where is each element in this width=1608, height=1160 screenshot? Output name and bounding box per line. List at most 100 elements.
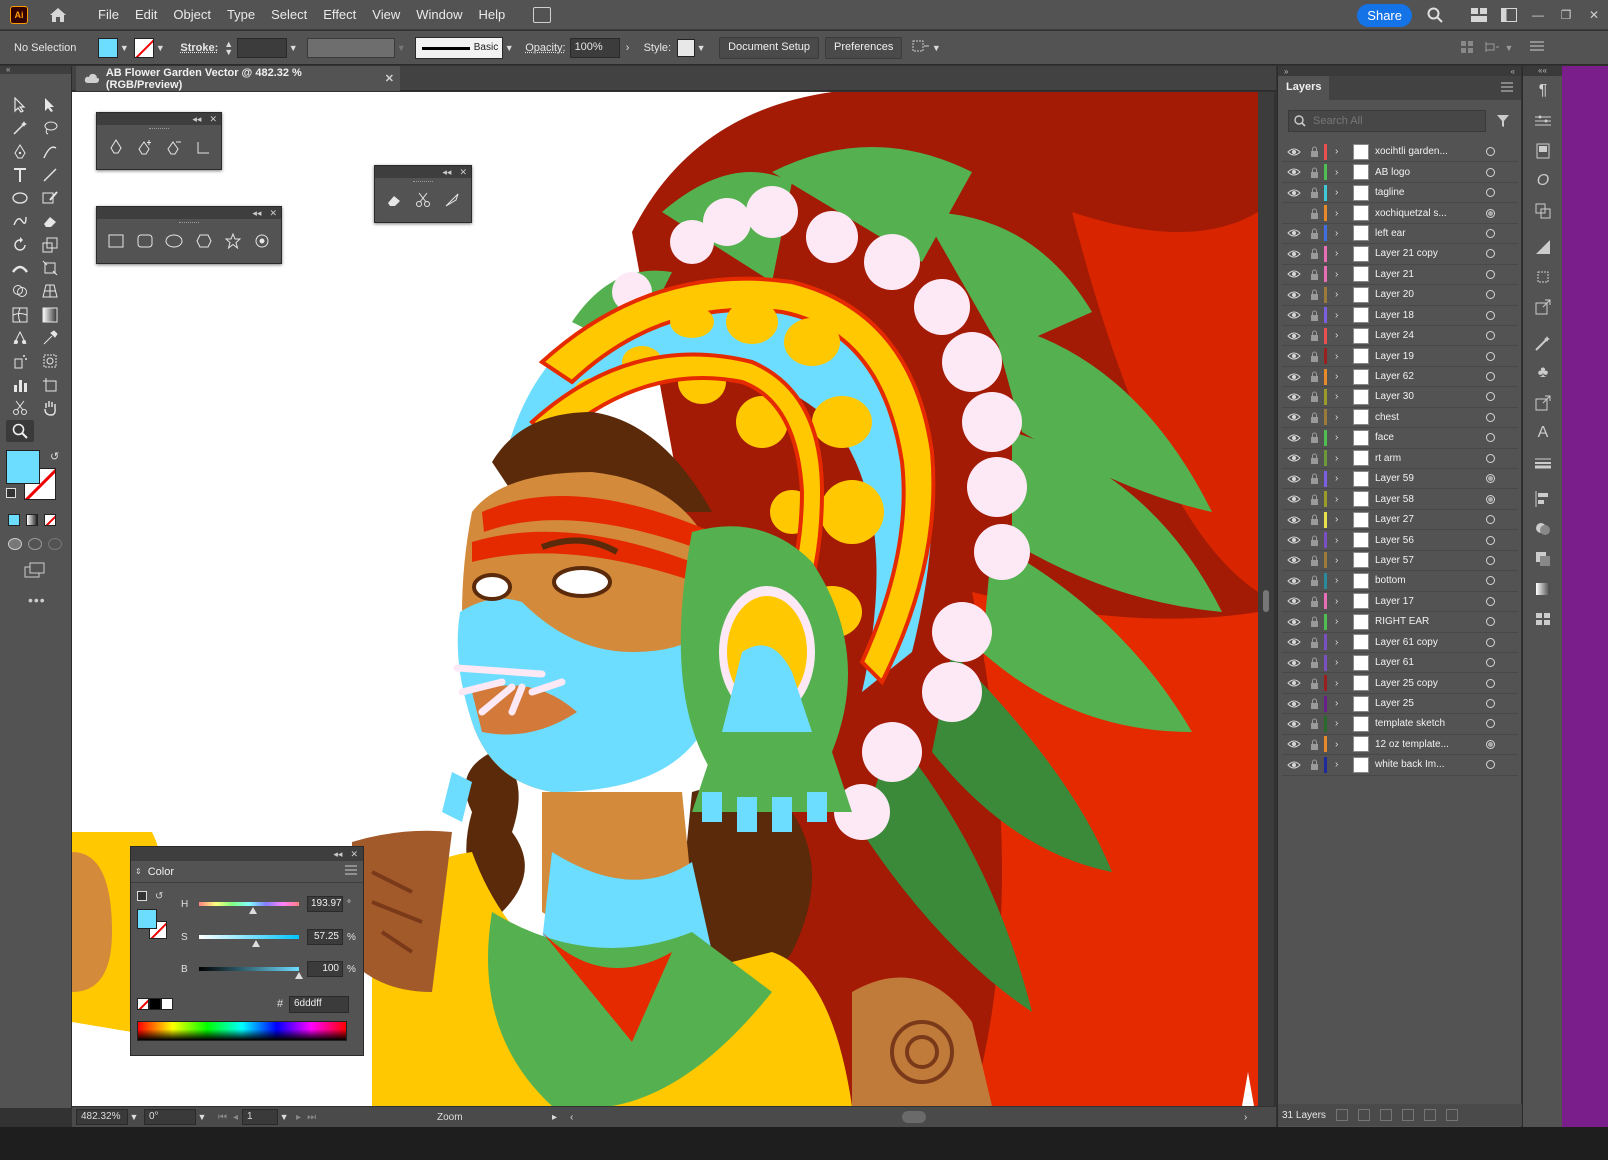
visibility-eye-icon[interactable] — [1286, 594, 1302, 608]
layer-row[interactable]: › RIGHT EAR — [1282, 612, 1518, 633]
menu-edit[interactable]: Edit — [127, 0, 165, 30]
layer-row[interactable]: › Layer 56 — [1282, 530, 1518, 551]
layer-name[interactable]: bottom — [1375, 575, 1475, 586]
layer-name[interactable]: white back Im... — [1375, 759, 1475, 770]
knife-tool-icon[interactable] — [440, 188, 465, 212]
layer-row[interactable]: › Layer 20 — [1282, 285, 1518, 306]
layer-name[interactable]: Layer 18 — [1375, 310, 1475, 321]
draw-normal-icon[interactable] — [8, 538, 22, 550]
saturation-slider-knob[interactable] — [252, 940, 260, 947]
default-colors-icon[interactable] — [137, 891, 147, 901]
menu-window[interactable]: Window — [408, 0, 470, 30]
curvature-tool-icon[interactable] — [36, 141, 64, 163]
layer-name[interactable]: left ear — [1375, 228, 1475, 239]
layer-row[interactable]: › Layer 24 — [1282, 326, 1518, 347]
layer-row[interactable]: › Layer 21 — [1282, 265, 1518, 286]
layer-name[interactable]: AB logo — [1375, 167, 1475, 178]
arrange-documents-icon[interactable] — [533, 6, 552, 23]
artboard-tool-icon[interactable] — [36, 374, 64, 396]
close-icon[interactable]: ✕ — [459, 167, 467, 178]
layer-row[interactable]: › bottom — [1282, 571, 1518, 592]
lock-icon[interactable] — [1308, 288, 1320, 302]
chevron-down-icon[interactable]: ▼ — [287, 43, 299, 53]
layer-name[interactable]: Layer 17 — [1375, 596, 1475, 607]
layer-target-icon[interactable] — [1486, 637, 1495, 647]
layer-name[interactable]: xocihtli garden... — [1375, 146, 1475, 157]
slice-tool-icon[interactable] — [36, 350, 64, 372]
chevron-down-icon[interactable]: ▼ — [128, 1112, 140, 1122]
brushes-icon[interactable] — [1523, 328, 1563, 358]
lock-icon[interactable] — [1308, 370, 1320, 384]
search-icon[interactable] — [1420, 0, 1450, 30]
layer-name[interactable]: Layer 24 — [1375, 330, 1475, 341]
layer-name[interactable]: Layer 20 — [1375, 289, 1475, 300]
symbol-sprayer-tool-icon[interactable] — [6, 350, 34, 372]
opacity-label[interactable]: Opacity: — [525, 42, 565, 54]
export-icon[interactable] — [1523, 292, 1563, 322]
layer-target-icon[interactable] — [1486, 372, 1495, 382]
layer-row[interactable]: › xochiquetzal s... — [1282, 203, 1518, 224]
rotate-tool-icon[interactable] — [6, 234, 34, 256]
ellipse-tool-icon[interactable] — [6, 187, 34, 209]
close-icon[interactable]: ✕ — [209, 114, 217, 125]
scroll-right-icon[interactable]: › — [1244, 1112, 1247, 1123]
color-panel-title[interactable]: Color — [141, 865, 174, 878]
visibility-eye-icon[interactable] — [1286, 676, 1302, 690]
layer-target-icon[interactable] — [1486, 167, 1495, 177]
layer-name[interactable]: Layer 27 — [1375, 514, 1475, 525]
visibility-eye-icon[interactable] — [1286, 288, 1302, 302]
layer-row[interactable]: › face — [1282, 428, 1518, 449]
layer-name[interactable]: Layer 58 — [1375, 494, 1475, 505]
layer-name[interactable]: RIGHT EAR — [1375, 616, 1475, 627]
layer-row[interactable]: › Layer 58 — [1282, 489, 1518, 510]
chevron-right-icon[interactable]: › — [1335, 269, 1338, 280]
layer-name[interactable]: 12 oz template... — [1375, 739, 1475, 750]
visibility-eye-icon[interactable] — [1286, 226, 1302, 240]
chevron-right-icon[interactable]: › — [1335, 678, 1338, 689]
lock-icon[interactable] — [1308, 267, 1320, 281]
layer-row[interactable]: › Layer 18 — [1282, 306, 1518, 326]
flare-tool-icon[interactable] — [250, 229, 275, 253]
chevron-right-icon[interactable]: › — [1335, 535, 1338, 546]
visibility-eye-icon[interactable] — [1286, 635, 1302, 649]
eraser-tool-icon[interactable] — [381, 188, 406, 212]
layer-target-icon[interactable] — [1486, 555, 1495, 565]
draw-inside-icon[interactable] — [48, 538, 62, 550]
stroke-label[interactable]: Stroke: — [180, 42, 218, 54]
layer-name[interactable]: Layer 56 — [1375, 535, 1475, 546]
layer-row[interactable]: › AB logo — [1282, 162, 1518, 183]
collapse-icon[interactable]: ◂◂ — [192, 114, 201, 125]
home-icon[interactable] — [48, 6, 68, 24]
mesh-tool-icon[interactable] — [6, 304, 34, 326]
add-anchor-point-icon[interactable] — [132, 135, 157, 159]
star-tool-icon[interactable] — [220, 229, 245, 253]
lock-icon[interactable] — [1308, 656, 1320, 670]
chevron-right-icon[interactable]: › — [1335, 637, 1338, 648]
pathfinder-icon[interactable] — [1523, 514, 1563, 544]
lock-icon[interactable] — [1308, 308, 1320, 322]
hue-slider-knob[interactable] — [249, 907, 257, 914]
isolate-icon[interactable] — [1484, 40, 1500, 57]
layer-row[interactable]: › template sketch — [1282, 714, 1518, 735]
layer-target-icon[interactable] — [1486, 699, 1495, 709]
appearance-icon[interactable] — [1523, 232, 1563, 262]
paragraph-icon[interactable]: ¶ — [1523, 76, 1563, 106]
menu-effect[interactable]: Effect — [315, 0, 364, 30]
lock-icon[interactable] — [1308, 247, 1320, 261]
chevron-down-icon[interactable]: ▼ — [503, 43, 515, 53]
chevron-right-icon[interactable]: › — [1335, 453, 1338, 464]
status-menu-icon[interactable]: ▸ — [552, 1112, 557, 1123]
screen-mode-icon[interactable] — [24, 562, 46, 581]
visibility-eye-icon[interactable] — [1286, 451, 1302, 465]
layer-target-icon[interactable] — [1486, 147, 1495, 157]
lock-icon[interactable] — [1308, 594, 1320, 608]
flyout-grip[interactable] — [97, 219, 281, 227]
collapse-icon[interactable]: » — [1284, 67, 1288, 76]
chevron-right-icon[interactable]: › — [1335, 555, 1338, 566]
hue-slider[interactable] — [199, 902, 299, 906]
delete-anchor-point-icon[interactable] — [161, 135, 186, 159]
menu-type[interactable]: Type — [219, 0, 263, 30]
layer-row[interactable]: › Layer 27 — [1282, 510, 1518, 531]
more-tools-icon[interactable]: ••• — [28, 592, 46, 608]
visibility-eye-icon[interactable] — [1286, 492, 1302, 506]
